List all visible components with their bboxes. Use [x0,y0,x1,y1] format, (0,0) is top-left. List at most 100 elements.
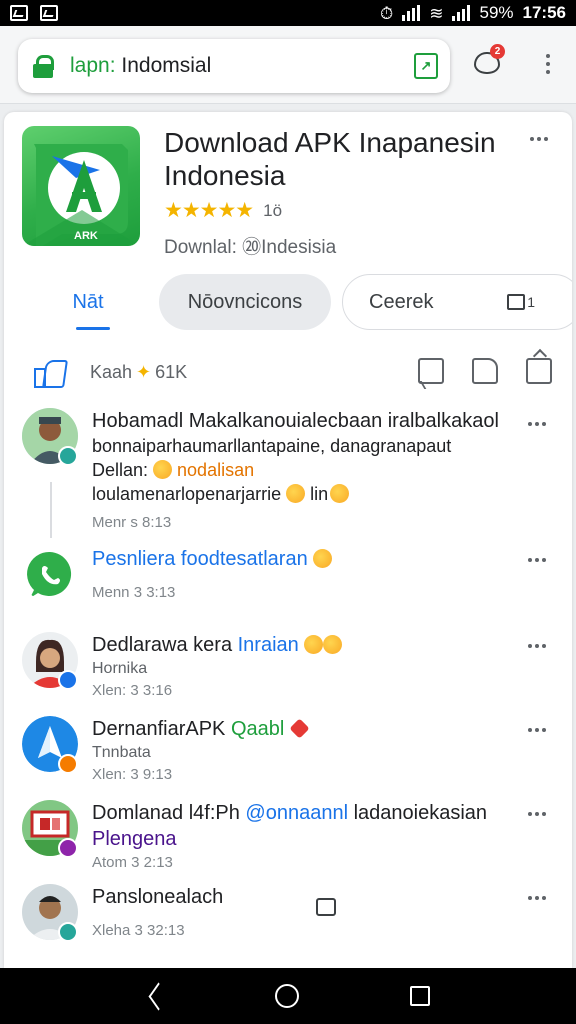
feed-item-title-text: Dedlarawa kera [92,634,238,656]
recents-icon[interactable] [410,986,431,1006]
wifi-icon: ≋ [429,3,444,23]
notification-badge: 2 [490,44,505,59]
feed-item[interactable]: Hobamadl Makalkanouialecbaan iralbalkaka… [4,408,572,538]
system-nav-bar [0,968,576,1024]
feed-item-time: Atom 3 2:13 [92,854,173,871]
feed-item-content: Panslonealach Xleha 3 32:13 [92,884,502,939]
site-action-icon[interactable]: ↗ [414,53,438,79]
feed-item-subtitle: Plengena [92,828,177,850]
feed-item-link[interactable]: Pesnliera foodtesatlaran [92,548,308,570]
feed-item-line: loulamenarlopenarjarrie lin [92,482,502,506]
rating-stars: ★★★★★ [164,199,254,222]
smile-emoji-icon [323,635,343,654]
verified-badge-icon [58,446,78,466]
feed-item-title: Hobamadl Makalkanouialecbaan iralbalkaka… [92,410,499,432]
app-more-button[interactable] [530,137,548,141]
notifications-button[interactable]: 2 [470,42,506,82]
battery-text: 59% [479,3,514,22]
share-icon[interactable] [526,358,552,384]
like-icon[interactable] [34,360,64,388]
browser-menu-button[interactable] [538,54,558,74]
url-scheme: lapn: [70,54,116,77]
tab-row: Nāt Nōovncicons Ceerek 1 [4,274,572,334]
alarm-icon: ⏱ [379,3,394,23]
smile-emoji-icon [286,484,306,503]
feed-item-content: Hobamadl Makalkanouialecbaan iralbalkaka… [92,408,502,531]
tab-ceerek[interactable]: Ceerek 1 [342,274,572,330]
reaction-label: Kaah [90,361,133,382]
feed-item-label: Dellan: [92,460,154,480]
reaction-emoji: ✦ [136,361,152,382]
feed-item-title: Pesnliera foodtesatlaran [92,546,502,572]
edit-icon[interactable] [472,358,498,384]
tab-active[interactable]: Nāt [48,274,128,330]
hand-emoji-icon [313,549,333,568]
feed-item[interactable]: Panslonealach Xleha 3 32:13 [4,884,572,954]
feed-item-title-text: ladanoiekasian [348,802,488,824]
app-rating: ★★★★★ 1ö [164,198,282,223]
app-icon: ARK [22,126,140,246]
back-icon[interactable] [146,985,164,1007]
feed-item[interactable]: Dedlarawa kera Inraian Hornika Xlen: 3 3… [4,632,572,710]
feed-item-title: Panslonealach [92,886,224,908]
smile-emoji-icon [304,635,324,654]
feed-item-line: Dellan: nodalisan [92,458,502,482]
home-button-icon[interactable] [274,984,299,1008]
heart-emoji-icon [289,718,310,739]
feed-item-title: DernanfiarAPK Qaabl [92,716,502,742]
feed-item-content: Dedlarawa kera Inraian Hornika Xlen: 3 3… [92,632,502,699]
item-more-button[interactable] [528,422,546,426]
item-more-button[interactable] [528,728,546,732]
reaction-summary: Kaah ✦ 61K [90,362,187,383]
feed-item-link[interactable]: @onnaannl [245,802,348,824]
feed-item-time: Menn 3 3:13 [92,584,176,601]
address-bar[interactable]: lapn: Indomsial ↗ [18,39,450,93]
content-card: ARK Download APK Inapanesin Indonesia ★★… [4,112,572,968]
gallery-notification-icon [10,5,28,21]
lock-icon [32,55,54,78]
tab-nouvnicons[interactable]: Nōovncicons [159,274,331,330]
feed-item[interactable]: Pesnliera foodtesatlaran Menn 3 3:13 [4,546,572,616]
avatar[interactable] [22,546,78,602]
open-external-icon: 1 [507,294,535,310]
feed-item-time: Xleha 3 32:13 [92,922,185,939]
verified-badge-icon [58,922,78,942]
reaction-count: 61K [155,361,188,382]
cell-signal-icon [452,5,471,21]
feed-item-subtitle: Tnnbata [92,744,151,761]
feed-item-title-text: DernanfiarAPK [92,718,231,740]
feed-item-line: bonnaiparhaumarllantapaine, danagranapau… [92,436,452,456]
item-more-button[interactable] [528,558,546,562]
reaction-row: Kaah ✦ 61K [4,352,572,392]
url-text[interactable]: lapn: Indomsial [70,54,211,78]
url-host: Indomsial [115,54,212,77]
item-more-button[interactable] [528,896,546,900]
feed-item-text: loulamenarlopenarjarrie [92,484,287,504]
purple-badge-icon [58,838,78,858]
rating-count: 1ö [263,200,283,220]
feed-item-highlight: nodalisan [172,460,255,480]
comment-icon[interactable] [418,358,444,384]
feed-item-time: Menr s 8:13 [92,514,172,531]
app-title: Download APK Inapanesin Indonesia [164,127,496,191]
feed-item-link[interactable]: Qaabl [231,718,284,740]
feed-item-time: Xlen: 3 9:13 [92,766,173,783]
status-bar: ⏱ ≋ 59% 17:56 [0,0,576,26]
tab-ceerek-label: Ceerek [369,290,434,313]
feed-item-content: Domlanad l4f:Ph @onnaannl ladanoiekasian… [92,800,502,871]
item-more-button[interactable] [528,644,546,648]
feed-item-title-text: Domlanad l4f:Ph [92,802,246,824]
image-notification-icon [40,5,58,21]
feed-item[interactable]: Domlanad l4f:Ph @onnaannl ladanoiekasian… [4,800,572,878]
feed-item[interactable]: DernanfiarAPK Qaabl Tnnbata Xlen: 3 9:13 [4,716,572,794]
hand-emoji-icon [330,484,350,503]
home-icon[interactable] [316,898,336,916]
feed-item-link[interactable]: Inraian [238,634,299,656]
feed-item-title: Dedlarawa kera Inraian [92,632,502,658]
item-more-button[interactable] [528,812,546,816]
app-downloads: Downlal: ⑳Indesisia [164,237,337,258]
feed-item-text: lin [305,484,329,504]
feed-item-subtitle: Hornika [92,660,148,677]
orange-badge-icon [58,754,78,774]
reaction-actions [418,358,552,384]
